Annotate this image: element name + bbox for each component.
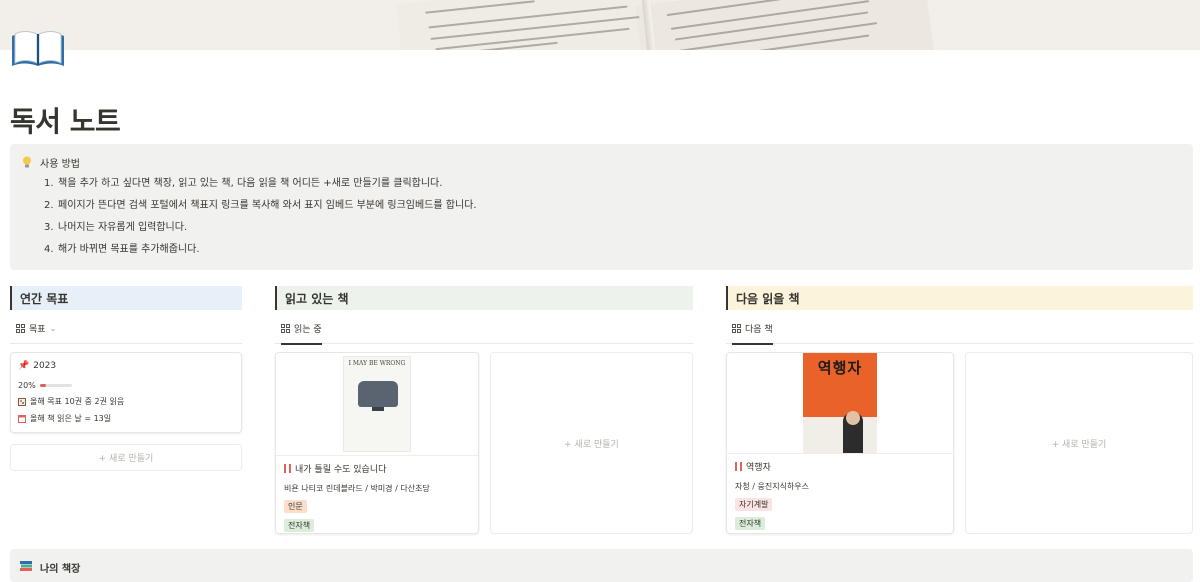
- gallery-icon: [16, 324, 25, 333]
- new-reading-book-button[interactable]: + 새로 만들기: [490, 352, 693, 534]
- reading-header[interactable]: 읽고 있는 책: [275, 286, 693, 310]
- book-cover: I MAY BE WRONG: [276, 353, 478, 456]
- cover-illustration: [358, 381, 398, 407]
- page-title[interactable]: 독서 노트: [10, 100, 121, 140]
- list-item[interactable]: 3. 나머지는 자유롭게 입력합니다.: [44, 222, 477, 244]
- goals-header[interactable]: 연간 목표: [10, 286, 242, 310]
- book-card[interactable]: 역행자 역행자 자청 / 웅진지식하우스 자기계발 전자책: [726, 352, 954, 534]
- book-cover: 역행자: [727, 353, 953, 454]
- format-tag: 전자책: [284, 519, 315, 532]
- usage-callout[interactable]: 사용 방법 1. 책을 추가 하고 싶다면 책장, 읽고 있는 책, 다음 읽을 …: [10, 144, 1193, 270]
- format-tag: 전자책: [735, 517, 766, 530]
- tab-next[interactable]: 다음 책: [732, 322, 773, 345]
- chevron-down-icon[interactable]: ⌄: [50, 324, 57, 333]
- callout-title: 사용 방법: [40, 159, 80, 170]
- books-icon: [20, 561, 32, 571]
- book-cover-image: 역행자: [803, 353, 877, 453]
- next-column: 다음 읽을 책 다음 책: [726, 286, 1193, 345]
- list-item[interactable]: 2. 페이지가 뜬다면 검색 포털에서 책표지 링크를 복사해 와서 표지 임베드…: [44, 200, 477, 222]
- gallery-icon: [281, 324, 290, 333]
- bookshelf-title: 나의 책장: [40, 564, 81, 575]
- tab-goals[interactable]: 목표 ⌄: [16, 322, 56, 343]
- cover-image: [0, 0, 1200, 50]
- category-tag: 인문: [284, 500, 307, 513]
- tab-reading[interactable]: 읽는 중: [281, 322, 322, 345]
- cover-photo-area: [803, 417, 877, 453]
- bookshelf-section[interactable]: 나의 책장: [10, 549, 1193, 582]
- progress-bar: [39, 384, 72, 387]
- goal-card-2023[interactable]: 📌 2023 20% 올해 목표 10권 중 2권 읽음 올해 책 읽은 날 =…: [10, 352, 242, 433]
- new-goal-button[interactable]: + 새로 만들기: [10, 444, 242, 471]
- calendar-icon: [18, 414, 26, 423]
- progress-fill: [39, 384, 47, 387]
- list-item[interactable]: 1. 책을 추가 하고 싶다면 책장, 읽고 있는 책, 다음 읽을 책 어디든 …: [44, 178, 477, 200]
- next-view-tabs: 다음 책: [726, 316, 1193, 345]
- new-next-book-button[interactable]: + 새로 만들기: [965, 352, 1193, 534]
- open-book-icon[interactable]: [10, 28, 66, 70]
- bookmark-icon: [735, 462, 742, 471]
- book-card[interactable]: I MAY BE WRONG 내가 틀릴 수도 있습니다 비욘 나티코 린데블라…: [275, 352, 479, 534]
- reading-column: 읽고 있는 책 읽는 중: [275, 286, 693, 345]
- reading-view-tabs: 읽는 중: [275, 316, 693, 345]
- bookmark-icon: [284, 464, 291, 473]
- book-cover-image: I MAY BE WRONG: [343, 356, 411, 452]
- goals-column: 연간 목표 목표 ⌄: [10, 286, 242, 344]
- abacus-icon: [18, 397, 26, 406]
- gallery-icon: [732, 324, 741, 333]
- category-tag: 자기계발: [735, 498, 773, 511]
- next-header[interactable]: 다음 읽을 책: [726, 286, 1193, 310]
- list-item[interactable]: 4. 해가 바뀌면 목표를 추가해줍니다.: [44, 244, 477, 266]
- pushpin-icon: 📌: [18, 361, 30, 371]
- lightbulb-icon: [23, 156, 31, 168]
- usage-steps-list: 1. 책을 추가 하고 싶다면 책장, 읽고 있는 책, 다음 읽을 책 어디든 …: [44, 178, 477, 266]
- goals-view-tabs: 목표 ⌄: [10, 316, 242, 344]
- cover-illustration-base: [372, 407, 384, 411]
- cover-person-face: [846, 411, 860, 425]
